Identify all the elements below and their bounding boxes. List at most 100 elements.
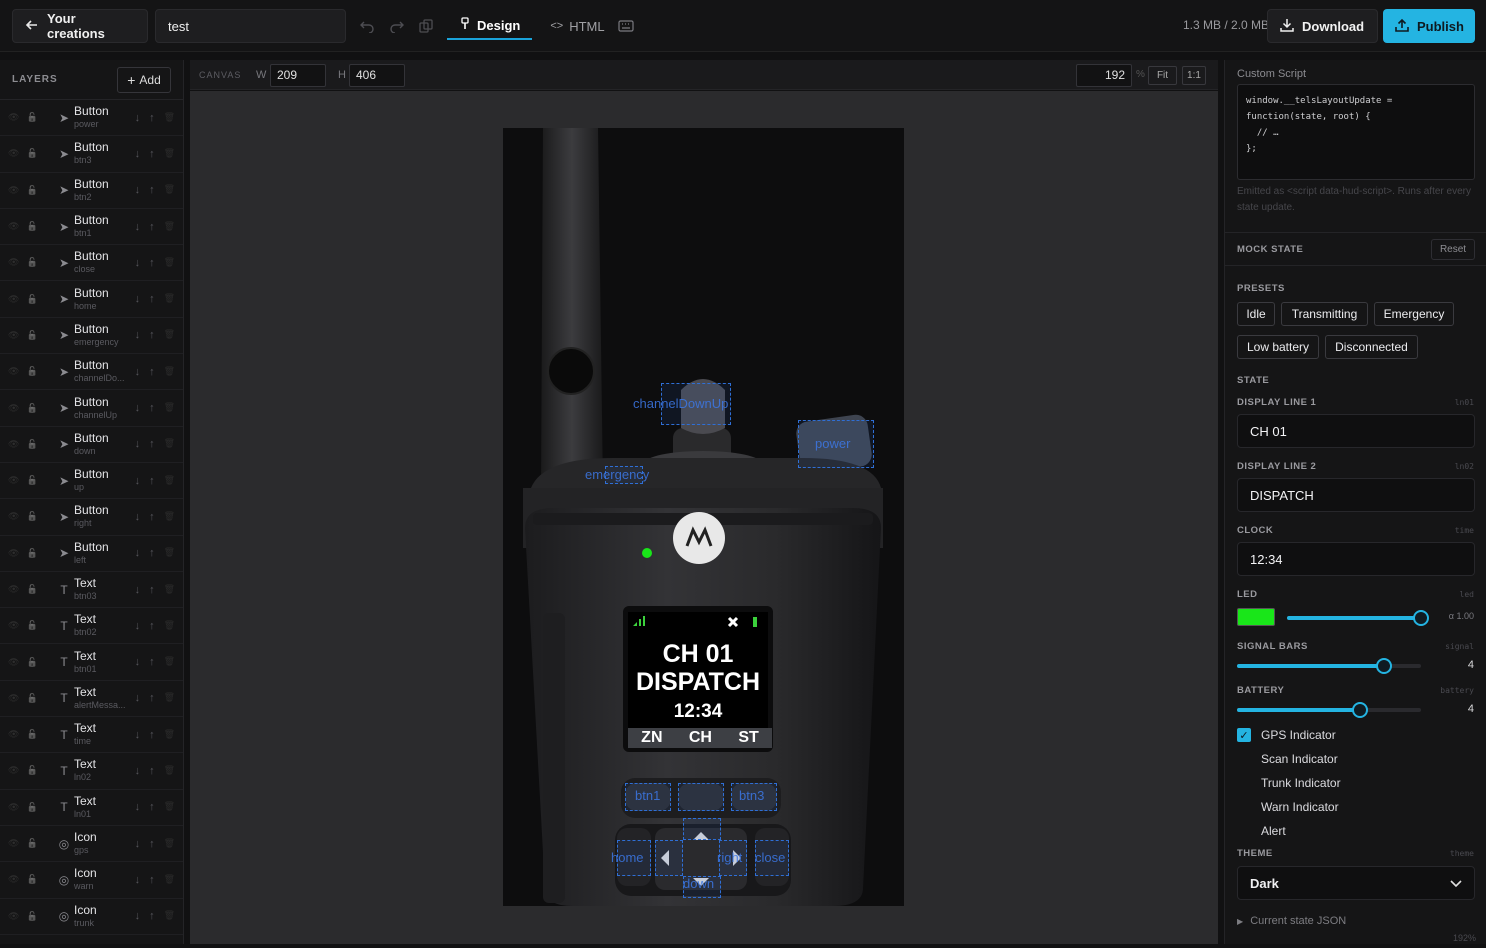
checkbox[interactable]: ✓ bbox=[1237, 728, 1251, 742]
theme-select[interactable]: Dark bbox=[1237, 866, 1475, 900]
layer-row[interactable]: 👁 🔓 ➤ Button left ↓ ↑ 🗑 bbox=[0, 536, 183, 572]
lock-icon[interactable]: 🔓 bbox=[26, 729, 37, 740]
trash-icon[interactable]: 🗑 bbox=[164, 656, 175, 668]
lock-icon[interactable]: 🔓 bbox=[26, 693, 37, 704]
battery-knob[interactable] bbox=[1352, 702, 1369, 718]
move-up-icon[interactable]: ↑ bbox=[149, 475, 155, 487]
move-down-icon[interactable]: ↓ bbox=[135, 874, 141, 886]
add-layer-button[interactable]: + Add bbox=[117, 66, 171, 93]
trash-icon[interactable]: 🗑 bbox=[164, 402, 175, 414]
trash-icon[interactable]: 🗑 bbox=[164, 148, 175, 160]
lock-icon[interactable]: 🔓 bbox=[26, 257, 37, 268]
display-line-2-input[interactable]: DISPATCH bbox=[1237, 478, 1475, 512]
lock-icon[interactable]: 🔓 bbox=[26, 185, 37, 196]
move-up-icon[interactable]: ↑ bbox=[149, 221, 155, 233]
lock-icon[interactable]: 🔓 bbox=[26, 802, 37, 813]
zoom-fit-button[interactable]: Fit bbox=[1148, 66, 1177, 85]
trash-icon[interactable]: 🗑 bbox=[164, 547, 175, 559]
layer-row[interactable]: 👁 🔓 T Text ln02 ↓ ↑ 🗑 bbox=[0, 753, 183, 790]
eye-icon[interactable]: 👁 bbox=[8, 148, 19, 159]
move-up-icon[interactable]: ↑ bbox=[149, 112, 155, 124]
layer-row[interactable]: 👁 🔓 T Text btn02 ↓ ↑ 🗑 bbox=[0, 608, 183, 645]
layer-row[interactable]: 👁 🔓 T Text btn03 ↓ ↑ 🗑 bbox=[0, 572, 183, 609]
trash-icon[interactable]: 🗑 bbox=[164, 511, 175, 523]
layer-row[interactable]: 👁 🔓 ◎ Icon warn ↓ ↑ 🗑 bbox=[0, 862, 183, 899]
move-down-icon[interactable]: ↓ bbox=[135, 184, 141, 196]
move-up-icon[interactable]: ↑ bbox=[149, 729, 155, 741]
eye-icon[interactable]: 👁 bbox=[8, 838, 19, 849]
eye-icon[interactable]: 👁 bbox=[8, 765, 19, 776]
trash-icon[interactable]: 🗑 bbox=[164, 692, 175, 704]
btn2-hitbox[interactable] bbox=[678, 783, 724, 811]
lock-icon[interactable]: 🔓 bbox=[26, 403, 37, 414]
duplicate-icon[interactable] bbox=[416, 16, 436, 36]
eye-icon[interactable]: 👁 bbox=[8, 911, 19, 922]
move-down-icon[interactable]: ↓ bbox=[135, 366, 141, 378]
publish-button[interactable]: Publish bbox=[1383, 9, 1475, 43]
layer-row[interactable]: 👁 🔓 ➤ Button close ↓ ↑ 🗑 bbox=[0, 245, 183, 282]
move-up-icon[interactable]: ↑ bbox=[149, 329, 155, 341]
trash-icon[interactable]: 🗑 bbox=[164, 838, 175, 850]
keyboard-icon[interactable] bbox=[616, 16, 636, 36]
move-down-icon[interactable]: ↓ bbox=[135, 221, 141, 233]
move-up-icon[interactable]: ↑ bbox=[149, 801, 155, 813]
trash-icon[interactable]: 🗑 bbox=[164, 584, 175, 596]
led-alpha-slider[interactable] bbox=[1287, 610, 1429, 626]
layer-row[interactable]: 👁 🔓 ➤ Button up ↓ ↑ 🗑 bbox=[0, 463, 183, 500]
layer-row[interactable]: 👁 🔓 T Text ln01 ↓ ↑ 🗑 bbox=[0, 790, 183, 826]
move-up-icon[interactable]: ↑ bbox=[149, 547, 155, 559]
lock-icon[interactable]: 🔓 bbox=[26, 330, 37, 341]
move-down-icon[interactable]: ↓ bbox=[135, 148, 141, 160]
move-down-icon[interactable]: ↓ bbox=[135, 910, 141, 922]
move-down-icon[interactable]: ↓ bbox=[135, 257, 141, 269]
eye-icon[interactable]: 👁 bbox=[8, 475, 19, 486]
move-up-icon[interactable]: ↑ bbox=[149, 148, 155, 160]
move-up-icon[interactable]: ↑ bbox=[149, 656, 155, 668]
layer-row[interactable]: 👁 🔓 ➤ Button home ↓ ↑ 🗑 bbox=[0, 281, 183, 318]
tab-design[interactable]: Design bbox=[447, 12, 533, 40]
eye-icon[interactable]: 👁 bbox=[8, 620, 19, 631]
move-up-icon[interactable]: ↑ bbox=[149, 838, 155, 850]
layer-row[interactable]: 👁 🔓 ◎ Icon trunk ↓ ↑ 🗑 bbox=[0, 899, 183, 935]
move-up-icon[interactable]: ↑ bbox=[149, 293, 155, 305]
checkbox[interactable] bbox=[1237, 800, 1251, 814]
move-down-icon[interactable]: ↓ bbox=[135, 438, 141, 450]
canvas-height-input[interactable]: 406 bbox=[349, 64, 405, 87]
move-up-icon[interactable]: ↑ bbox=[149, 874, 155, 886]
move-up-icon[interactable]: ↑ bbox=[149, 511, 155, 523]
layer-row[interactable]: 👁 🔓 ➤ Button channelDo... ↓ ↑ 🗑 bbox=[0, 354, 183, 391]
clock-input[interactable]: 12:34 bbox=[1237, 542, 1475, 576]
lock-icon[interactable]: 🔓 bbox=[26, 838, 37, 849]
layer-row[interactable]: 👁 🔓 ➤ Button btn1 ↓ ↑ 🗑 bbox=[0, 209, 183, 246]
lock-icon[interactable]: 🔓 bbox=[26, 765, 37, 776]
preset-emergency[interactable]: Emergency bbox=[1374, 302, 1454, 326]
state-json-toggle[interactable]: ▶ Current state JSON bbox=[1237, 915, 1346, 927]
indicator-check-row[interactable]: Alert bbox=[1237, 822, 1286, 840]
move-up-icon[interactable]: ↑ bbox=[149, 910, 155, 922]
checkbox[interactable] bbox=[1237, 752, 1251, 766]
layer-row[interactable]: 👁 🔓 T Text time ↓ ↑ 🗑 bbox=[0, 717, 183, 754]
lock-icon[interactable]: 🔓 bbox=[26, 148, 37, 159]
eye-icon[interactable]: 👁 bbox=[8, 548, 19, 559]
lock-icon[interactable]: 🔓 bbox=[26, 620, 37, 631]
layer-row[interactable]: 👁 🔓 T Text alertMessa... ↓ ↑ 🗑 bbox=[0, 681, 183, 718]
trash-icon[interactable]: 🗑 bbox=[164, 729, 175, 741]
move-up-icon[interactable]: ↑ bbox=[149, 765, 155, 777]
layer-row[interactable]: 👁 🔓 ◎ Icon gps ↓ ↑ 🗑 bbox=[0, 826, 183, 863]
layer-row[interactable]: 👁 🔓 ➤ Button emergency ↓ ↑ 🗑 bbox=[0, 318, 183, 355]
zoom-input[interactable]: 192 bbox=[1076, 64, 1132, 87]
move-up-icon[interactable]: ↑ bbox=[149, 692, 155, 704]
lock-icon[interactable]: 🔓 bbox=[26, 221, 37, 232]
trash-icon[interactable]: 🗑 bbox=[164, 910, 175, 922]
undo-icon[interactable] bbox=[357, 16, 377, 36]
move-up-icon[interactable]: ↑ bbox=[149, 620, 155, 632]
eye-icon[interactable]: 👁 bbox=[8, 185, 19, 196]
trash-icon[interactable]: 🗑 bbox=[164, 221, 175, 233]
preset-low-battery[interactable]: Low battery bbox=[1237, 335, 1319, 359]
layer-row[interactable]: 👁 🔓 ➤ Button btn2 ↓ ↑ 🗑 bbox=[0, 173, 183, 209]
layer-row[interactable]: 👁 🔓 ➤ Button right ↓ ↑ 🗑 bbox=[0, 499, 183, 536]
move-up-icon[interactable]: ↑ bbox=[149, 257, 155, 269]
preset-idle[interactable]: Idle bbox=[1237, 302, 1275, 326]
eye-icon[interactable]: 👁 bbox=[8, 257, 19, 268]
move-down-icon[interactable]: ↓ bbox=[135, 838, 141, 850]
